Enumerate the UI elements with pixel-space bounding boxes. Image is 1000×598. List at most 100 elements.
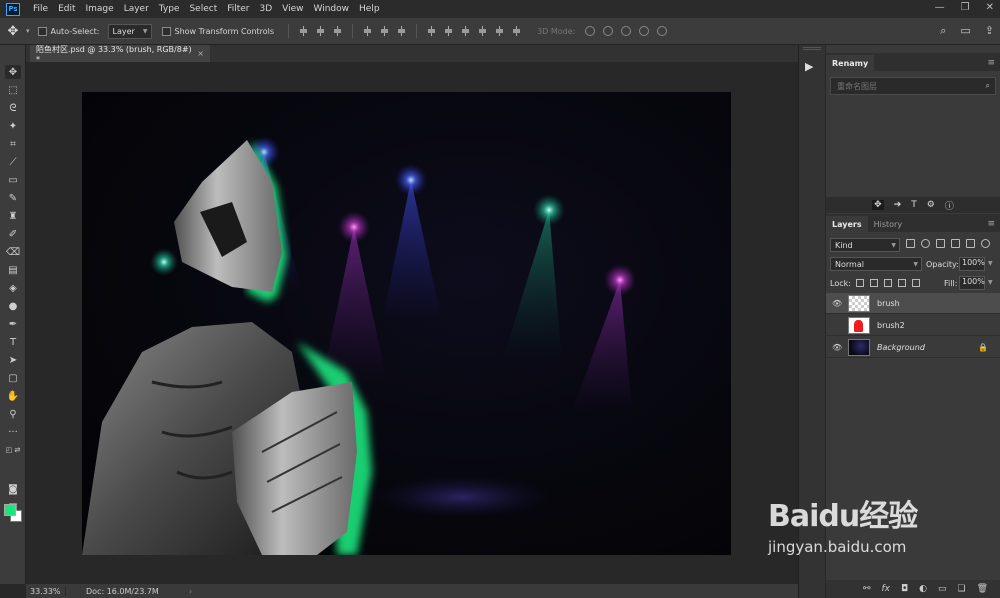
auto-select-target-select[interactable]: Layer ▼ xyxy=(107,23,152,39)
align-top-icon[interactable] xyxy=(299,26,308,36)
auto-select-check[interactable] xyxy=(37,26,47,36)
default-colors-icon[interactable]: ◰ ⇄ xyxy=(5,443,21,457)
distribute-hcenter-icon[interactable] xyxy=(495,26,504,36)
auto-select-checkbox[interactable]: Auto-Select: xyxy=(37,26,100,36)
brush-tool-icon[interactable]: ✎ xyxy=(5,191,21,205)
adjustment-filter-icon[interactable] xyxy=(921,239,930,248)
menu-layer[interactable]: Layer xyxy=(119,4,154,14)
menu-select[interactable]: Select xyxy=(184,4,222,14)
menu-edit[interactable]: Edit xyxy=(53,4,80,14)
panel-menu-icon[interactable]: ≡ xyxy=(987,58,995,68)
dodge-tool-icon[interactable]: ● xyxy=(5,299,21,313)
document-canvas[interactable] xyxy=(82,92,731,555)
visibility-eye-icon[interactable]: 👁 xyxy=(832,299,842,308)
trash-icon[interactable]: 🗑 xyxy=(977,584,988,594)
align-left-icon[interactable] xyxy=(363,26,372,36)
eyedropper-tool-icon[interactable]: ⟋ xyxy=(5,155,21,169)
menu-filter[interactable]: Filter xyxy=(222,4,254,14)
panel-menu-icon[interactable]: ≡ xyxy=(987,219,995,229)
distribute-left-icon[interactable] xyxy=(478,26,487,36)
show-transform-checkbox[interactable]: Show Transform Controls xyxy=(161,26,274,36)
minimize-icon[interactable]: — xyxy=(935,2,945,13)
menu-view[interactable]: View xyxy=(277,4,308,14)
align-right-icon[interactable] xyxy=(397,26,406,36)
new-layer-icon[interactable]: ❏ xyxy=(957,584,965,594)
type-filter-icon[interactable] xyxy=(936,239,945,248)
kind-filter-select[interactable]: Kind ▼ xyxy=(830,238,900,252)
quick-mask-icon[interactable]: ◙ xyxy=(5,482,21,496)
lock-image-icon[interactable] xyxy=(870,279,878,287)
move-tool-icon[interactable]: ✥ xyxy=(0,24,26,39)
layer-row-brush[interactable]: 👁 brush xyxy=(826,293,1000,314)
blur-tool-icon[interactable]: ◈ xyxy=(5,281,21,295)
magic-wand-tool-icon[interactable]: ✦ xyxy=(5,119,21,133)
info-icon[interactable]: ⓘ xyxy=(945,199,954,212)
clone-stamp-tool-icon[interactable]: ♜ xyxy=(5,209,21,223)
add-mask-icon[interactable]: ◘ xyxy=(901,584,908,594)
play-icon[interactable]: ▶ xyxy=(805,60,813,73)
share-icon[interactable]: ⇪ xyxy=(985,24,994,38)
3d-rotate-icon[interactable] xyxy=(585,26,596,36)
show-transform-check[interactable] xyxy=(161,26,171,36)
rectangle-tool-icon[interactable]: ▢ xyxy=(5,371,21,385)
marquee-tool-icon[interactable]: ⬚ xyxy=(5,83,21,97)
shape-filter-icon[interactable] xyxy=(951,239,960,248)
tab-renamy[interactable]: Renamy xyxy=(826,55,875,71)
workspace-icon[interactable]: ▭ xyxy=(960,24,970,38)
filter-toggle-icon[interactable] xyxy=(981,239,990,248)
align-bottom-icon[interactable] xyxy=(333,26,342,36)
layer-row-background[interactable]: 👁 Background 🔒 xyxy=(826,337,1000,358)
pen-tool-icon[interactable]: ✒ xyxy=(5,317,21,331)
settings-icon[interactable]: ⚙ xyxy=(927,200,935,210)
text-icon[interactable]: T xyxy=(911,200,917,210)
renamy-search-input[interactable]: 重命名图层 ⌕ xyxy=(830,77,996,95)
3d-scale-icon[interactable] xyxy=(657,26,668,36)
chevron-down-icon[interactable]: ▼ xyxy=(988,279,993,286)
fx-icon[interactable]: fx xyxy=(881,584,890,594)
3d-slide-icon[interactable] xyxy=(639,26,650,36)
menu-image[interactable]: Image xyxy=(81,4,119,14)
gradient-tool-icon[interactable]: ▤ xyxy=(5,263,21,277)
crop-tool-icon[interactable]: ⌗ xyxy=(5,137,21,151)
new-group-icon[interactable]: ▭ xyxy=(938,584,947,594)
arrow-right-icon[interactable]: ➔ xyxy=(894,200,902,210)
lasso-tool-icon[interactable]: ᘓ xyxy=(5,101,21,115)
distribute-bottom-icon[interactable] xyxy=(461,26,470,36)
grip-icon[interactable] xyxy=(803,47,821,50)
layer-row-brush2[interactable]: 👁 brush2 xyxy=(826,315,1000,336)
search-icon[interactable]: ⌕ xyxy=(986,81,990,91)
search-icon[interactable]: ⌕ xyxy=(940,24,946,38)
fill-input[interactable]: 100% xyxy=(959,276,985,290)
visibility-eye-icon[interactable]: 👁 xyxy=(832,321,842,330)
zoom-level[interactable]: 33.33% xyxy=(26,586,66,596)
adjustment-layer-icon[interactable]: ◐ xyxy=(919,584,927,594)
lock-transparent-icon[interactable] xyxy=(856,279,864,287)
3d-roll-icon[interactable] xyxy=(603,26,614,36)
lock-position-icon[interactable] xyxy=(884,279,892,287)
target-icon[interactable]: ✥ xyxy=(872,200,884,210)
menu-help[interactable]: Help xyxy=(354,4,385,14)
foreground-color-swatch[interactable] xyxy=(4,504,16,516)
visibility-eye-icon[interactable]: 👁 xyxy=(832,343,842,352)
tab-layers[interactable]: Layers xyxy=(826,216,868,232)
lock-all-icon[interactable] xyxy=(912,279,920,287)
smart-object-filter-icon[interactable] xyxy=(966,239,975,248)
hand-tool-icon[interactable]: ✋ xyxy=(5,389,21,403)
chevron-right-icon[interactable]: › xyxy=(189,587,192,596)
menu-3d[interactable]: 3D xyxy=(255,4,278,14)
distribute-vcenter-icon[interactable] xyxy=(444,26,453,36)
align-vcenter-icon[interactable] xyxy=(316,26,325,36)
link-layers-icon[interactable]: ⚯ xyxy=(863,584,871,594)
close-window-icon[interactable]: ✕ xyxy=(986,2,994,13)
healing-brush-tool-icon[interactable]: ▭ xyxy=(5,173,21,187)
tab-history[interactable]: History xyxy=(868,216,908,232)
type-tool-icon[interactable]: T xyxy=(5,335,21,349)
3d-pan-icon[interactable] xyxy=(621,26,632,36)
zoom-tool-icon[interactable]: ⚲ xyxy=(5,407,21,421)
menu-file[interactable]: File xyxy=(28,4,53,14)
restore-icon[interactable]: ❐ xyxy=(961,2,970,13)
tool-preset-caret-icon[interactable]: ▾ xyxy=(26,27,30,35)
history-brush-tool-icon[interactable]: ✐ xyxy=(5,227,21,241)
chevron-down-icon[interactable]: ▼ xyxy=(988,260,993,267)
move-tool-icon[interactable]: ✥ xyxy=(5,65,21,79)
